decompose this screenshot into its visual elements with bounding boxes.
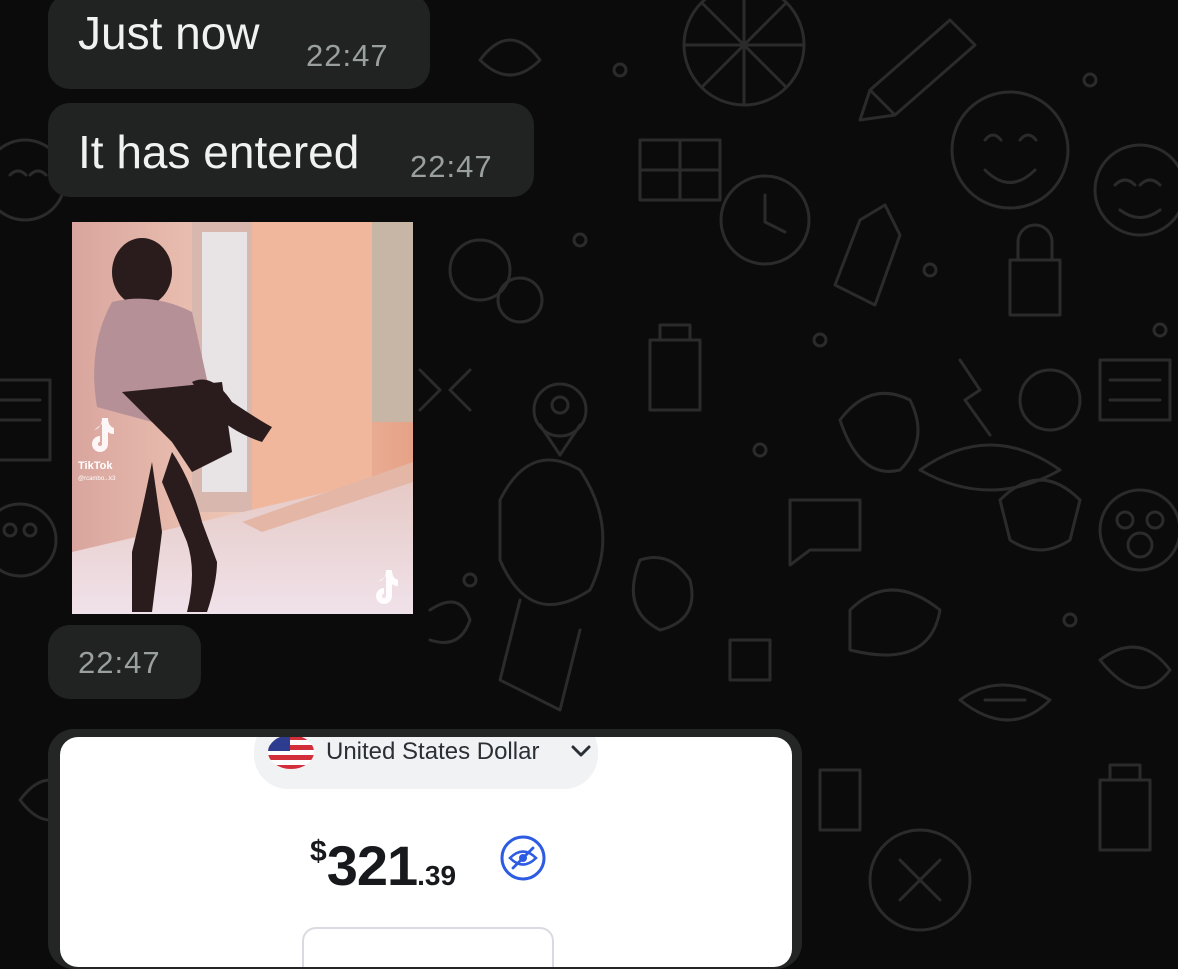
eye-slash-icon bbox=[500, 835, 546, 881]
video-frame-image: TikTok @rcambo...k3 bbox=[72, 222, 413, 614]
message-time: 22:47 bbox=[306, 38, 389, 73]
balance-cents: .39 bbox=[417, 860, 457, 891]
wallet-screenshot-image[interactable]: United States Dollar $321.39 bbox=[60, 737, 792, 967]
currency-label: United States Dollar bbox=[326, 738, 540, 765]
message-text: Just now bbox=[78, 7, 260, 59]
message-bubble-just-now[interactable]: Just now 22:47 bbox=[48, 0, 430, 89]
balance-whole: 321 bbox=[326, 834, 418, 897]
balance-currency-symbol: $ bbox=[310, 835, 327, 868]
us-flag-icon bbox=[268, 737, 314, 769]
tiktok-watermark-user: @rcambo...k3 bbox=[78, 476, 116, 482]
wallet-balance: $321.39 bbox=[310, 833, 457, 897]
chevron-down-icon bbox=[571, 745, 591, 757]
wallet-action-box bbox=[302, 927, 554, 967]
message-time: 22:47 bbox=[410, 149, 493, 184]
tiktok-watermark-brand: TikTok bbox=[78, 460, 113, 472]
message-time: 22:47 bbox=[78, 645, 161, 680]
currency-selector: United States Dollar bbox=[254, 737, 598, 789]
message-text: It has entered bbox=[78, 126, 360, 178]
media-caption-bubble[interactable]: 22:47 bbox=[48, 625, 201, 699]
media-thumbnail[interactable]: TikTok @rcambo...k3 bbox=[72, 222, 413, 614]
message-bubble-it-has-entered[interactable]: It has entered 22:47 bbox=[48, 103, 534, 197]
